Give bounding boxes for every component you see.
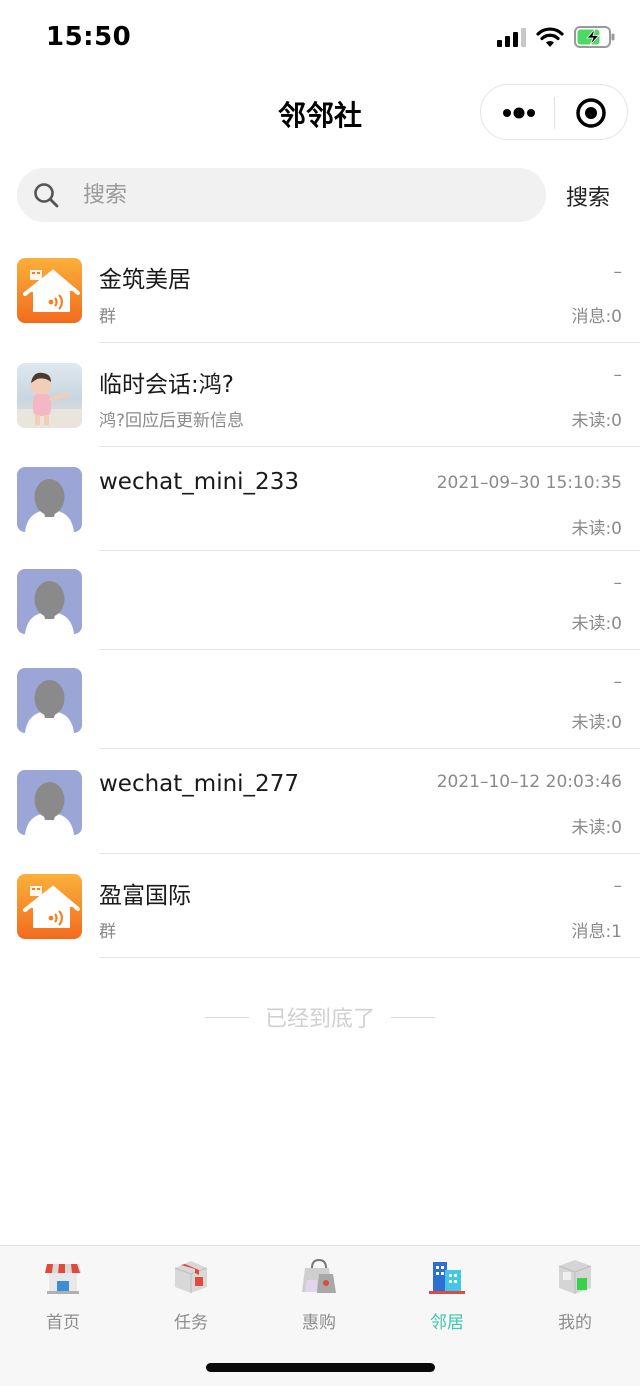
tab-label: 惠购: [302, 1313, 336, 1333]
conversation-name: 金筑美居: [99, 267, 191, 293]
close-mini-program-icon[interactable]: [575, 97, 607, 129]
message-count: 消息:1: [571, 922, 622, 942]
status-time: 15:50: [46, 22, 132, 52]
default-user-icon: [17, 770, 82, 835]
unread-count: 未读:0: [571, 818, 622, 838]
box-icon: [174, 1261, 208, 1293]
search-input[interactable]: [83, 178, 523, 212]
conversation-row[interactable]: wechat_mini_233 2021–09–30 15:10:35 未读:0: [0, 447, 640, 551]
conversation-subtitle: 群: [99, 307, 116, 327]
conversation-name: 临时会话:鸿?: [99, 372, 234, 398]
cellular-signal-icon: [497, 27, 526, 47]
conversation-time: –: [613, 573, 623, 593]
tab-mine[interactable]: 我的: [535, 1256, 615, 1333]
search-box[interactable]: [17, 168, 546, 222]
mini-program-capsule: [480, 84, 628, 140]
list-end-indicator: 已经到底了: [0, 1000, 640, 1034]
group-avatar-icon: [17, 258, 82, 323]
conversation-name: 盈富国际: [99, 883, 191, 909]
message-count: 消息:0: [571, 307, 622, 327]
conversation-time: –: [613, 262, 623, 282]
search-icon: [34, 183, 59, 208]
shop-icon: [45, 1264, 81, 1294]
conversation-time: 2021–10–12 20:03:46: [436, 772, 622, 792]
unread-count: 未读:0: [571, 411, 622, 431]
child-photo-avatar: [17, 363, 82, 428]
conversation-row[interactable]: 盈富国际 群 – 消息:1: [0, 854, 640, 958]
conversation-row[interactable]: – 未读:0: [0, 650, 640, 749]
conversation-row[interactable]: wechat_mini_277 2021–10–12 20:03:46 未读:0: [0, 749, 640, 854]
divider-line: [204, 1016, 249, 1018]
tab-label: 邻居: [430, 1313, 464, 1333]
status-icons: [497, 26, 616, 48]
tab-home[interactable]: 首页: [23, 1256, 103, 1333]
wifi-icon: [536, 27, 564, 47]
home-indicator: [206, 1363, 435, 1372]
conversation-time: –: [613, 876, 623, 896]
status-bar: 15:50: [0, 0, 640, 78]
unread-count: 未读:0: [571, 614, 622, 634]
tab-label: 首页: [46, 1313, 80, 1333]
tab-label: 我的: [558, 1313, 592, 1333]
tab-neighbors[interactable]: 邻居: [407, 1256, 487, 1333]
conversation-list: 金筑美居 群 – 消息:0 临时会话:鸿? 鸿?回应后更新信息 – 未读:0 w…: [0, 242, 640, 958]
conversation-row[interactable]: 临时会话:鸿? 鸿?回应后更新信息 – 未读:0: [0, 343, 640, 447]
tab-label: 任务: [174, 1313, 208, 1333]
conversation-time: –: [613, 365, 623, 385]
divider-line: [391, 1016, 435, 1018]
tab-tasks[interactable]: 任务: [151, 1256, 231, 1333]
buildings-icon: [429, 1262, 465, 1294]
tab-deals[interactable]: 惠购: [279, 1256, 359, 1333]
default-user-icon: [17, 569, 82, 634]
row-divider: [99, 957, 640, 958]
more-options-icon[interactable]: [501, 101, 537, 125]
capsule-divider: [554, 97, 555, 129]
conversation-subtitle: 群: [99, 922, 116, 942]
unread-count: 未读:0: [571, 713, 622, 733]
conversation-time: –: [613, 672, 623, 692]
conversation-name: wechat_mini_233: [99, 469, 299, 495]
conversation-time: 2021–09–30 15:10:35: [436, 473, 622, 493]
cube-icon: [558, 1260, 592, 1294]
group-avatar-icon: [17, 874, 82, 939]
unread-count: 未读:0: [571, 519, 622, 539]
battery-charging-icon: [574, 26, 615, 48]
conversation-subtitle: 鸿?回应后更新信息: [99, 411, 245, 431]
search-button[interactable]: 搜索: [566, 180, 610, 212]
default-user-icon: [17, 467, 82, 532]
list-end-text: 已经到底了: [264, 1007, 375, 1032]
conversation-row[interactable]: – 未读:0: [0, 551, 640, 650]
shopping-bag-icon: [302, 1258, 336, 1293]
default-user-icon: [17, 668, 82, 733]
conversation-name: wechat_mini_277: [99, 771, 299, 797]
conversation-row[interactable]: 金筑美居 群 – 消息:0: [0, 242, 640, 343]
